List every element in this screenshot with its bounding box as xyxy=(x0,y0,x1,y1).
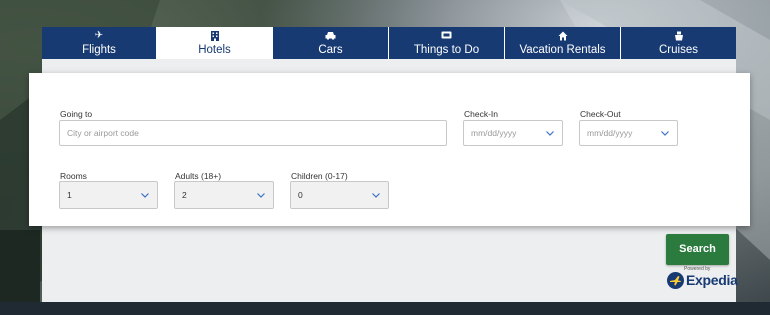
tab-label: Cars xyxy=(318,44,343,56)
children-label: Children (0-17) xyxy=(291,171,348,181)
tab-label: Things to Do xyxy=(413,44,480,56)
chevron-down-icon xyxy=(372,193,380,198)
adults-value: 2 xyxy=(182,190,187,200)
destination-input[interactable]: City or airport code xyxy=(59,120,447,146)
expedia-wordmark: Expedia xyxy=(686,272,738,288)
hotel-search-form: Going to City or airport code Check-In m… xyxy=(29,73,750,226)
tab-vacation-rentals[interactable]: Vacation Rentals xyxy=(505,27,621,59)
expedia-plane-icon xyxy=(667,271,684,289)
chevron-down-icon xyxy=(661,131,669,136)
tab-label: Vacation Rentals xyxy=(519,44,606,56)
expedia-logo: Expedia xyxy=(667,270,738,290)
tab-label: Cruises xyxy=(659,44,698,56)
destination-placeholder: City or airport code xyxy=(67,128,139,138)
search-type-tabs: ✈ Flights Hotels Cars Things to Do Vacat… xyxy=(42,27,736,59)
check-out-date-field[interactable]: mm/dd/yyyy xyxy=(579,120,678,146)
tab-label: Hotels xyxy=(198,44,231,56)
ticket-icon xyxy=(441,31,452,43)
check-in-placeholder: mm/dd/yyyy xyxy=(471,128,517,138)
adults-label: Adults (18+) xyxy=(175,171,222,181)
tab-hotels[interactable]: Hotels xyxy=(157,27,273,59)
search-button[interactable]: Search xyxy=(666,234,729,265)
ship-icon xyxy=(674,31,684,43)
rooms-select[interactable]: 1 xyxy=(59,181,158,209)
children-value: 0 xyxy=(298,190,303,200)
rooms-label: Rooms xyxy=(60,171,87,181)
building-icon xyxy=(210,31,219,43)
chevron-down-icon xyxy=(257,193,265,198)
car-icon xyxy=(325,31,336,43)
chevron-down-icon xyxy=(141,193,149,198)
house-icon xyxy=(558,31,568,43)
rooms-value: 1 xyxy=(67,190,72,200)
tab-things-to-do[interactable]: Things to Do xyxy=(389,27,505,59)
chevron-down-icon xyxy=(546,131,554,136)
tab-cruises[interactable]: Cruises xyxy=(621,27,736,59)
adults-select[interactable]: 2 xyxy=(174,181,274,209)
footer-bar xyxy=(0,302,770,315)
check-in-date-field[interactable]: mm/dd/yyyy xyxy=(463,120,563,146)
check-out-placeholder: mm/dd/yyyy xyxy=(587,128,633,138)
tab-flights[interactable]: ✈ Flights xyxy=(42,27,157,59)
tab-label: Flights xyxy=(82,44,116,56)
going-to-label: Going to xyxy=(60,109,93,119)
tab-cars[interactable]: Cars xyxy=(273,27,389,59)
check-out-label: Check-Out xyxy=(580,109,621,119)
plane-icon: ✈ xyxy=(94,30,104,41)
children-select[interactable]: 0 xyxy=(290,181,389,209)
check-in-label: Check-In xyxy=(464,109,499,119)
